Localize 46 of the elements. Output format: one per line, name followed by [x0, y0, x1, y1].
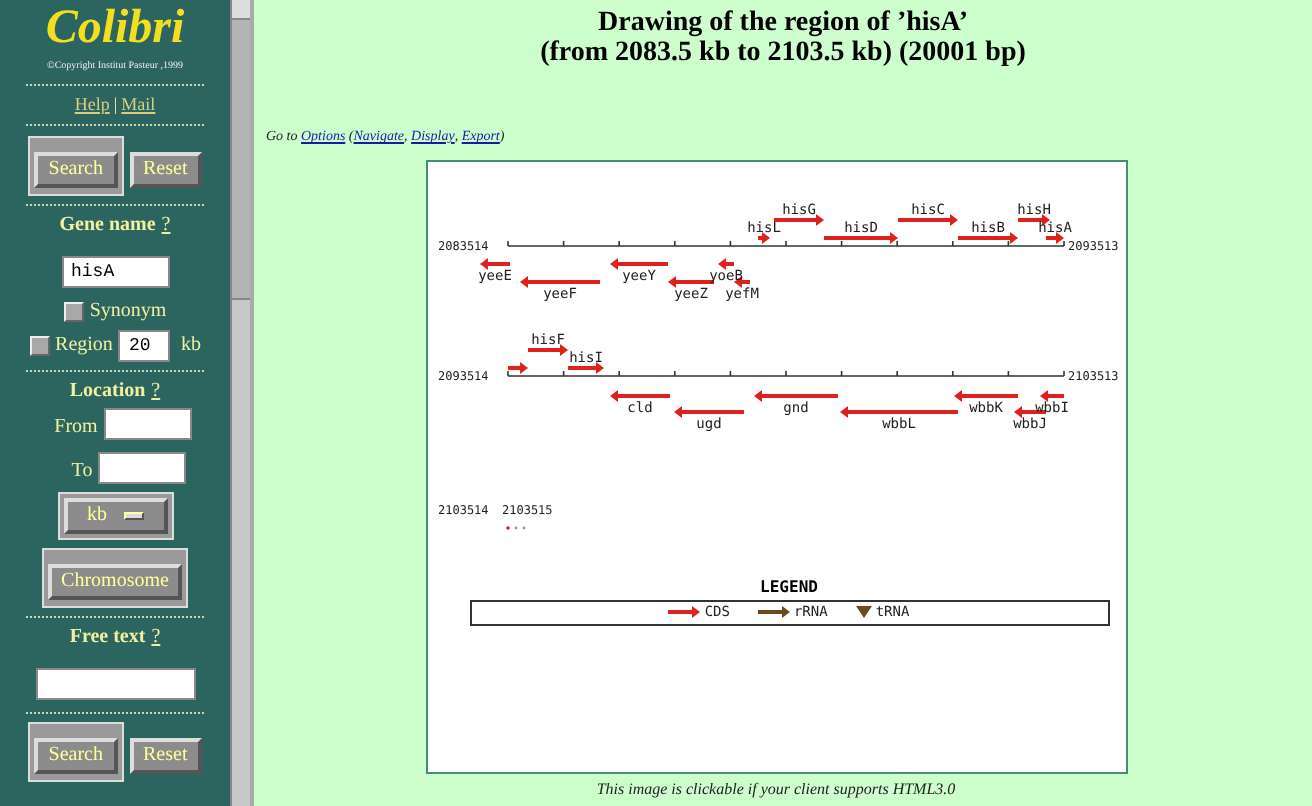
help-link[interactable]: ?	[151, 379, 161, 403]
form-button[interactable]: Reset	[129, 151, 202, 187]
checkbox-label: Region	[55, 333, 113, 357]
form-button[interactable]: Chromosome	[47, 563, 183, 599]
triangle-icon	[855, 606, 872, 618]
gene-arrow[interactable]	[1045, 231, 1063, 243]
input-field[interactable]	[35, 667, 195, 699]
input-field[interactable]	[98, 451, 187, 483]
gene-arrow[interactable]	[1017, 213, 1049, 225]
arrow-icon	[668, 606, 701, 618]
help-link[interactable]: Help	[74, 93, 110, 115]
gene-arrow[interactable]	[957, 231, 1017, 243]
page-title: Drawing of the region of ’hisA’	[598, 8, 968, 38]
input-field[interactable]: 20	[118, 329, 171, 361]
help-link[interactable]: ?	[161, 213, 171, 237]
unit-select[interactable]: kb	[63, 497, 167, 533]
legend-title: LEGEND	[760, 575, 818, 599]
gene-arrow[interactable]	[773, 213, 823, 225]
page-subtitle: (from 2083.5 kb to 2103.5 kb) (20001 bp)	[540, 38, 1026, 68]
section-label: Free text	[69, 625, 146, 649]
section-label: Location	[69, 379, 146, 403]
separator: |	[113, 93, 118, 115]
arrow-icon	[757, 606, 790, 618]
caption: This image is clickable if your client supports HTML3.0	[596, 777, 956, 801]
form-button[interactable]: Search	[34, 151, 117, 187]
form-button[interactable]: Reset	[129, 737, 202, 773]
field-label: To	[71, 459, 93, 483]
gene-arrow[interactable]	[897, 213, 957, 225]
mail-link[interactable]: Mail	[121, 93, 156, 115]
help-link[interactable]: ?	[151, 625, 161, 649]
logo: Colibri	[45, 2, 185, 54]
checkbox[interactable]	[63, 301, 84, 321]
section-label: Gene name	[59, 213, 156, 237]
gene-arrow[interactable]	[567, 361, 603, 373]
field-label: From	[54, 415, 98, 439]
checkbox-label: Synonym	[89, 299, 167, 323]
checkbox[interactable]	[29, 335, 50, 355]
scrollbar[interactable]	[230, 0, 250, 806]
marker-dots	[505, 525, 525, 529]
unit-label: kb	[180, 333, 201, 357]
input-field[interactable]: hisA	[61, 255, 169, 287]
gene-arrow[interactable]	[757, 231, 769, 243]
dropdown-icon	[123, 511, 143, 519]
form-button[interactable]: Search	[34, 737, 117, 773]
gene-arrow[interactable]	[527, 343, 567, 355]
input-field[interactable]	[103, 407, 192, 439]
